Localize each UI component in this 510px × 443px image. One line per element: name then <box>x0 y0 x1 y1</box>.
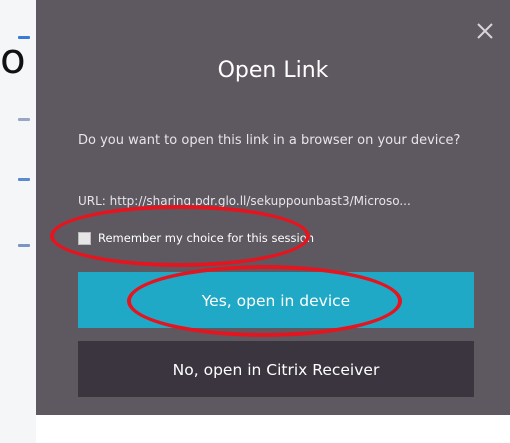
background-partial-text: o <box>0 34 26 83</box>
no-open-in-citrix-button[interactable]: No, open in Citrix Receiver <box>78 341 474 397</box>
annotation-ellipse-yes-button <box>127 265 402 337</box>
close-icon[interactable] <box>476 22 494 40</box>
background-mark <box>18 118 30 121</box>
annotation-ellipse-remember <box>50 205 310 267</box>
dialog-question: Do you want to open this link in a brows… <box>78 133 461 148</box>
dialog-title: Open Link <box>217 58 329 83</box>
dialog-bottom-edge <box>36 415 510 443</box>
background-mark <box>18 244 30 247</box>
background-mark <box>18 178 30 181</box>
